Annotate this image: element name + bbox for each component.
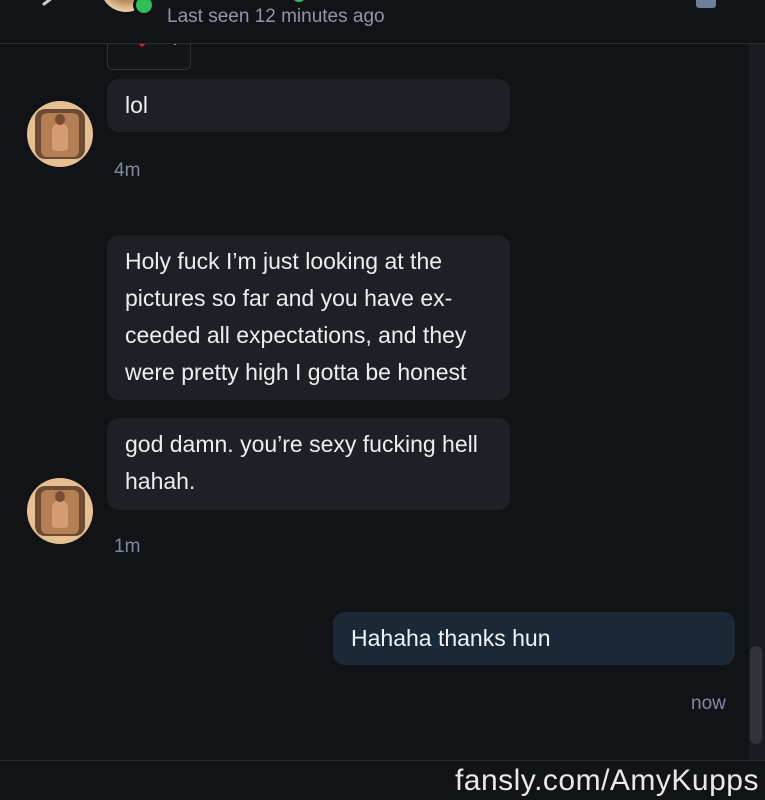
watermark-text: fansly.com/AmyKupps [454,764,759,797]
heart-icon [126,44,158,47]
message-bubble-incoming[interactable]: Holy fuck I’m just looking at the pictur… [107,235,510,400]
verified-icon [292,0,306,2]
media-attachment[interactable] [107,44,191,70]
message-text-line: hahah. [125,468,196,494]
divider [0,760,765,761]
message-text: Hahaha thanks hun [351,625,551,651]
message-text-line: pictures so far and you have ex- [125,285,453,311]
message-bubble-incoming[interactable]: god damn. you’re sexy fucking hell hahah… [107,418,510,510]
message-text-line: were pretty high I gotta be honest [125,359,467,385]
message-timestamp: now [691,693,726,714]
scrollbar-thumb[interactable] [750,646,762,744]
message-text-line: Holy fuck I’m just looking at the [125,248,443,274]
message-bubble-outgoing[interactable]: Hahaha thanks hun [333,612,735,665]
message-bubble-incoming[interactable]: lol [107,79,510,132]
avatar-figure [52,500,68,528]
sender-avatar[interactable] [27,478,93,544]
avatar-head [55,491,65,502]
chat-screen: Last seen 12 minutes ago lol 4m Holy fuc… [0,0,765,800]
menu-icon[interactable] [696,0,716,8]
message-text-line: god damn. you’re sexy fucking hell [125,431,478,457]
avatar-head [55,114,65,125]
message-timestamp: 4m [114,160,141,181]
message-list[interactable]: lol 4m Holy fuck I’m just looking at the… [0,44,765,760]
avatar-figure [52,123,68,151]
chat-header: Last seen 12 minutes ago [0,0,765,44]
message-timestamp: 1m [114,536,141,557]
last-seen-status: Last seen 12 minutes ago [167,6,385,27]
back-arrow-icon[interactable] [30,0,58,6]
message-text: lol [125,92,149,118]
message-text-line: ceeded all expectations, and they [125,322,467,348]
sender-avatar[interactable] [27,101,93,167]
online-status-icon [133,0,155,16]
media-indicator [174,44,176,45]
